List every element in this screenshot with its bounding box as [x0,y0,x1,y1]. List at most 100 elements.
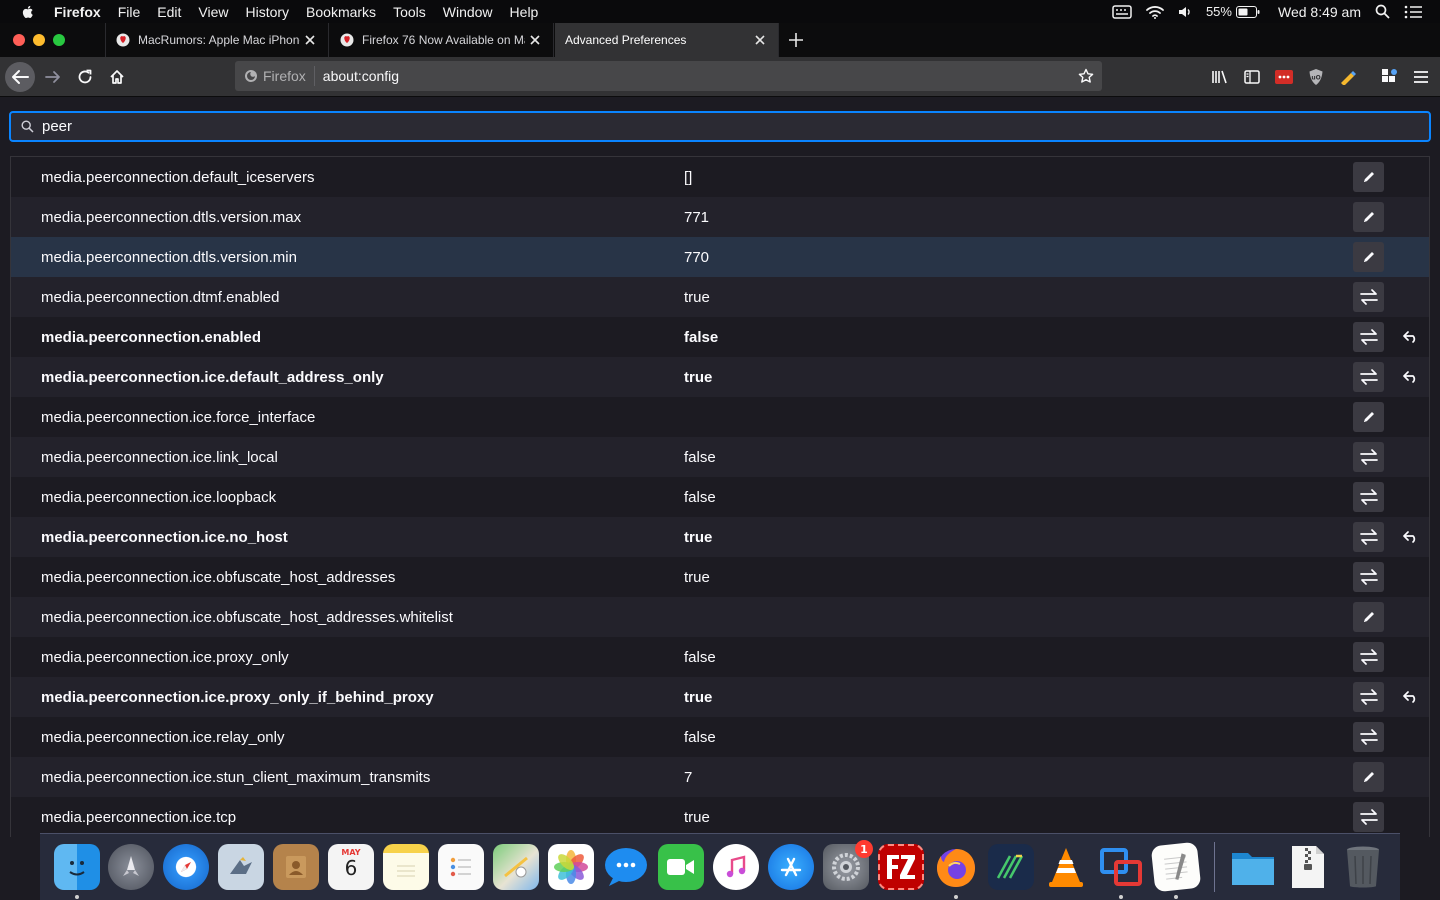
filezilla-icon[interactable] [878,844,924,890]
contacts-icon[interactable] [273,844,319,890]
edit-pencil-icon[interactable] [1353,762,1384,792]
close-tab-icon[interactable] [300,30,320,50]
clock[interactable]: Wed 8:49 am [1278,4,1361,20]
downloads-folder-icon[interactable] [1230,844,1276,890]
firefox-dock-icon[interactable] [933,844,979,890]
preference-search-input[interactable]: peer [9,111,1431,142]
reset-undo-icon[interactable] [1395,362,1425,392]
toggle-arrows-icon[interactable] [1353,642,1384,672]
toggle-arrows-icon[interactable] [1353,722,1384,752]
app-store-icon[interactable] [768,844,814,890]
edit-pencil-icon[interactable] [1353,202,1384,232]
reset-undo-icon[interactable] [1395,682,1425,712]
menu-bookmarks[interactable]: Bookmarks [306,4,376,20]
toggle-arrows-icon[interactable] [1353,442,1384,472]
tab-macrumors[interactable]: MacRumors: Apple Mac iPhone [105,23,329,57]
identity-box[interactable]: Firefox [235,66,315,86]
close-tab-icon[interactable] [525,30,545,50]
preference-row[interactable]: media.peerconnection.default_iceservers [… [11,157,1429,197]
preference-row[interactable]: media.peerconnection.ice.loopback false [11,477,1429,517]
maps-icon[interactable] [493,844,539,890]
toggle-arrows-icon[interactable] [1353,282,1384,312]
tab-firefox-76[interactable]: Firefox 76 Now Available on Ma [330,23,554,57]
url-text[interactable]: about:config [323,68,1078,84]
menu-history[interactable]: History [245,4,289,20]
preference-row[interactable]: media.peerconnection.ice.tcp true [11,797,1429,837]
preference-row[interactable]: media.peerconnection.dtls.version.max 771 [11,197,1429,237]
zoom-window-button[interactable] [53,34,65,46]
itunes-icon[interactable] [713,844,759,890]
toggle-arrows-icon[interactable] [1353,482,1384,512]
sidebar-icon[interactable] [1242,67,1262,87]
battery-icon[interactable] [1235,5,1260,18]
home-button[interactable] [102,62,132,92]
extensions-puzzle-icon[interactable] [1380,67,1400,87]
tab-advanced-preferences[interactable]: Advanced Preferences [555,23,779,57]
finder-icon[interactable] [54,844,100,890]
edit-pencil-icon[interactable] [1353,602,1384,632]
bookmark-star-icon[interactable] [1078,68,1094,84]
preference-row[interactable]: media.peerconnection.ice.obfuscate_host_… [11,557,1429,597]
preference-row[interactable]: media.peerconnection.ice.obfuscate_host_… [11,597,1429,637]
vlc-icon[interactable] [1043,844,1089,890]
messages-icon[interactable] [603,844,649,890]
preference-row[interactable]: media.peerconnection.enabled false [11,317,1429,357]
spotlight-search-icon[interactable] [1375,4,1390,19]
extension-pencil-icon[interactable] [1338,67,1358,87]
reload-button[interactable] [70,62,100,92]
preference-row[interactable]: media.peerconnection.ice.proxy_only_if_b… [11,677,1429,717]
toggle-arrows-icon[interactable] [1353,362,1384,392]
safari-icon[interactable] [163,844,209,890]
toggle-arrows-icon[interactable] [1353,562,1384,592]
menu-file[interactable]: File [118,4,141,20]
preference-row[interactable]: media.peerconnection.dtmf.enabled true [11,277,1429,317]
ublock-origin-extension-icon[interactable]: uO [1306,67,1326,87]
wifi-icon[interactable] [1146,5,1164,19]
toggle-arrows-icon[interactable] [1353,682,1384,712]
lastpass-extension-icon[interactable] [1274,67,1294,87]
edit-pencil-icon[interactable] [1353,162,1384,192]
toggle-arrows-icon[interactable] [1353,322,1384,352]
preference-row[interactable]: media.peerconnection.ice.default_address… [11,357,1429,397]
menu-firefox[interactable]: Firefox [54,4,101,20]
menu-help[interactable]: Help [510,4,539,20]
photos-icon[interactable] [548,844,594,890]
preference-row[interactable]: media.peerconnection.ice.relay_only false [11,717,1429,757]
keyboard-icon[interactable] [1112,4,1132,19]
system-preferences-icon[interactable]: 1 [823,840,873,890]
reminders-icon[interactable] [438,844,484,890]
reset-undo-icon[interactable] [1395,522,1425,552]
zip-file-icon[interactable] [1285,844,1331,890]
calendar-icon[interactable]: MAY 6 [328,844,374,890]
forward-button[interactable] [38,62,68,92]
minimize-window-button[interactable] [33,34,45,46]
hamburger-menu-icon[interactable] [1411,67,1431,87]
notification-center-icon[interactable] [1404,5,1422,19]
mail-eagle-icon[interactable] [218,844,264,890]
battery-percent[interactable]: 55% [1206,4,1232,19]
edit-pencil-icon[interactable] [1353,402,1384,432]
library-icon[interactable] [1210,67,1230,87]
volume-icon[interactable] [1178,5,1192,19]
menu-tools[interactable]: Tools [393,4,426,20]
facetime-icon[interactable] [658,844,704,890]
parallels-icon[interactable] [1098,844,1144,890]
preference-row[interactable]: media.peerconnection.ice.stun_client_max… [11,757,1429,797]
launchpad-icon[interactable] [108,844,154,890]
menu-window[interactable]: Window [443,4,493,20]
toggle-arrows-icon[interactable] [1353,522,1384,552]
new-tab-button[interactable] [784,28,808,52]
toggle-arrows-icon[interactable] [1353,802,1384,832]
instruments-fs-icon[interactable] [988,844,1034,890]
menu-edit[interactable]: Edit [157,4,181,20]
preference-row[interactable]: media.peerconnection.ice.proxy_only false [11,637,1429,677]
reset-undo-icon[interactable] [1395,322,1425,352]
textedit-icon[interactable] [1150,841,1202,893]
url-bar[interactable]: Firefox about:config [235,61,1102,91]
edit-pencil-icon[interactable] [1353,242,1384,272]
search-value[interactable]: peer [42,118,72,135]
close-tab-icon[interactable] [750,30,770,50]
apple-logo-icon[interactable] [20,4,36,20]
menu-view[interactable]: View [198,4,228,20]
preference-row[interactable]: media.peerconnection.ice.force_interface [11,397,1429,437]
